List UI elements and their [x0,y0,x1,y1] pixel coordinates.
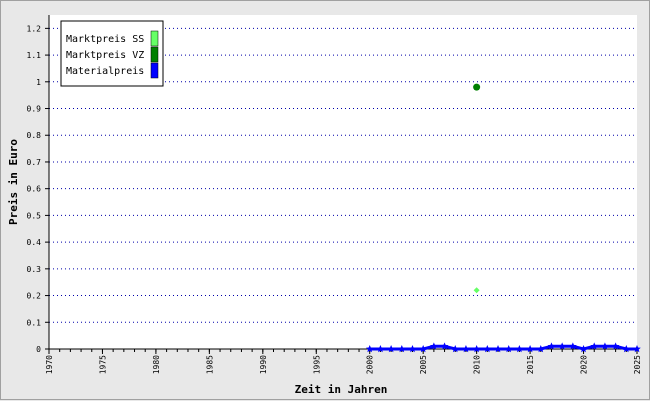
x-tick-label: 2010 [473,355,482,374]
y-tick-label: 1 [36,78,41,87]
price-chart: 0 0.1 0.2 0.3 0.4 0.5 0.6 0.7 0.8 0.9 1 1.1 1.2 1970 1… [7,15,642,396]
y-tick-label: 0.9 [27,105,42,114]
legend: Marktpreis SS Marktpreis VZ Materialpreis [60,20,164,87]
legend-swatch [150,46,159,63]
legend-swatch [150,62,159,79]
x-tick-label: 1985 [205,355,214,374]
series-marktpreis-vz [473,83,481,91]
legend-label: Materialpreis [66,66,144,77]
y-tick-label: 0 [36,345,41,354]
chart-frame: 0 0.1 0.2 0.3 0.4 0.5 0.6 0.7 0.8 0.9 1 1.1 1.2 1970 1… [0,0,650,400]
x-tick-label: 2015 [526,355,535,374]
y-tick-label: 0.7 [27,158,42,167]
y-tick-label: 0.2 [27,292,42,301]
x-tick-label: 1975 [98,355,107,374]
x-axis-title: Zeit in Jahren [295,383,388,396]
x-tick-label: 2000 [366,355,375,374]
y-tick-label: 0.5 [27,211,42,220]
y-tick-label: 1.2 [27,24,42,33]
x-tick-label: 2020 [580,355,589,374]
y-tick-label: 0.8 [27,131,42,140]
x-tick-label: 1980 [152,355,161,374]
y-tick-label: 0.4 [27,238,42,247]
x-tick-label: 2025 [633,355,642,374]
x-tick-label: 1995 [312,355,321,374]
y-axis-title: Preis in Euro [7,139,20,225]
x-tick-label: 1990 [259,355,268,374]
y-tick-label: 0.1 [27,318,42,327]
legend-label: Marktpreis VZ [66,50,144,61]
y-tick-label: 1.1 [27,51,42,60]
legend-label: Marktpreis SS [66,34,144,45]
x-tick-label: 2005 [419,355,428,374]
y-tick-label: 0.3 [27,265,42,274]
y-tick-label: 0.6 [27,185,42,194]
data-point [473,83,481,91]
legend-swatch [150,30,159,47]
x-tick-label: 1970 [45,355,54,374]
